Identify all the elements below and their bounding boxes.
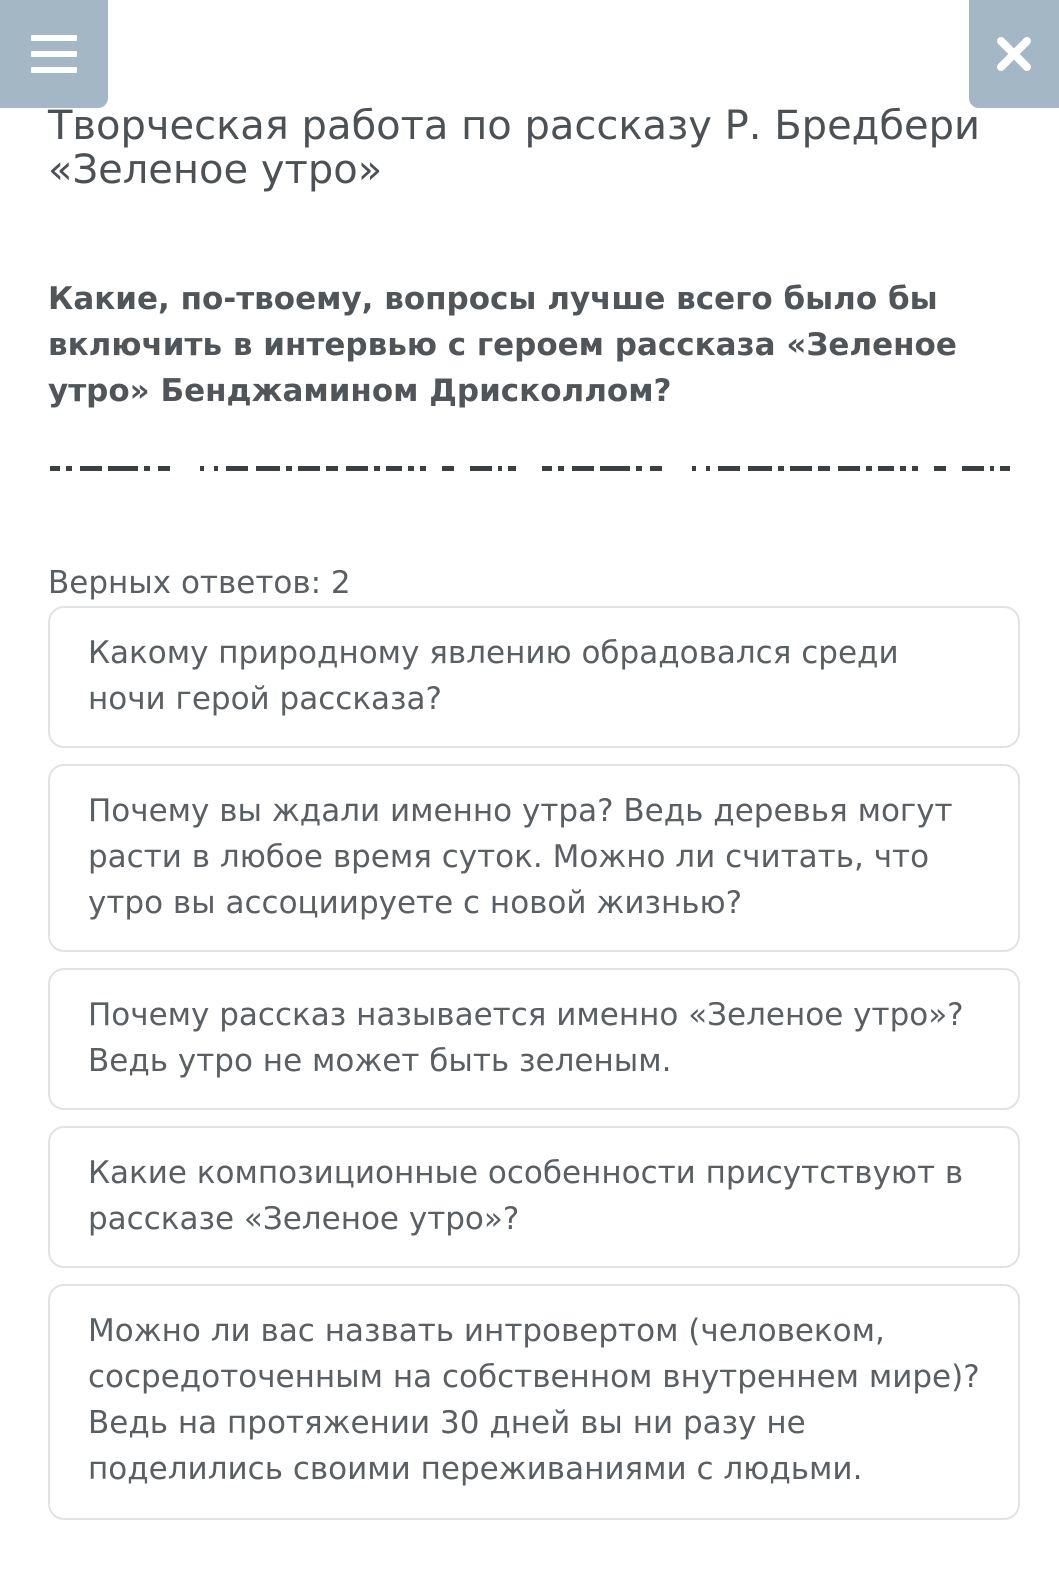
hamburger-menu-icon (31, 35, 77, 73)
close-button[interactable] (969, 0, 1059, 108)
menu-button[interactable] (0, 0, 108, 108)
answer-option[interactable]: Какие композиционные особенности присутс… (48, 1126, 1020, 1268)
question-text: Какие, по-твоему, вопросы лучше всего бы… (48, 281, 957, 409)
answer-options-list: Какому природному явлению обрадовался ср… (48, 606, 1020, 1536)
correct-answers-count: Верных ответов: 2 (48, 565, 351, 601)
answer-option[interactable]: Почему вы ждали именно утра? Ведь деревь… (48, 764, 1020, 952)
answer-option[interactable]: Какому природному явлению обрадовался ср… (48, 606, 1020, 748)
close-x-icon (997, 37, 1031, 71)
dashed-divider (50, 466, 1010, 471)
page-title: Творческая работа по рассказу Р. Бредбер… (48, 103, 980, 193)
answer-option[interactable]: Почему рассказ называется именно «Зелено… (48, 968, 1020, 1110)
answer-option[interactable]: Можно ли вас назвать интровертом (челове… (48, 1284, 1020, 1520)
